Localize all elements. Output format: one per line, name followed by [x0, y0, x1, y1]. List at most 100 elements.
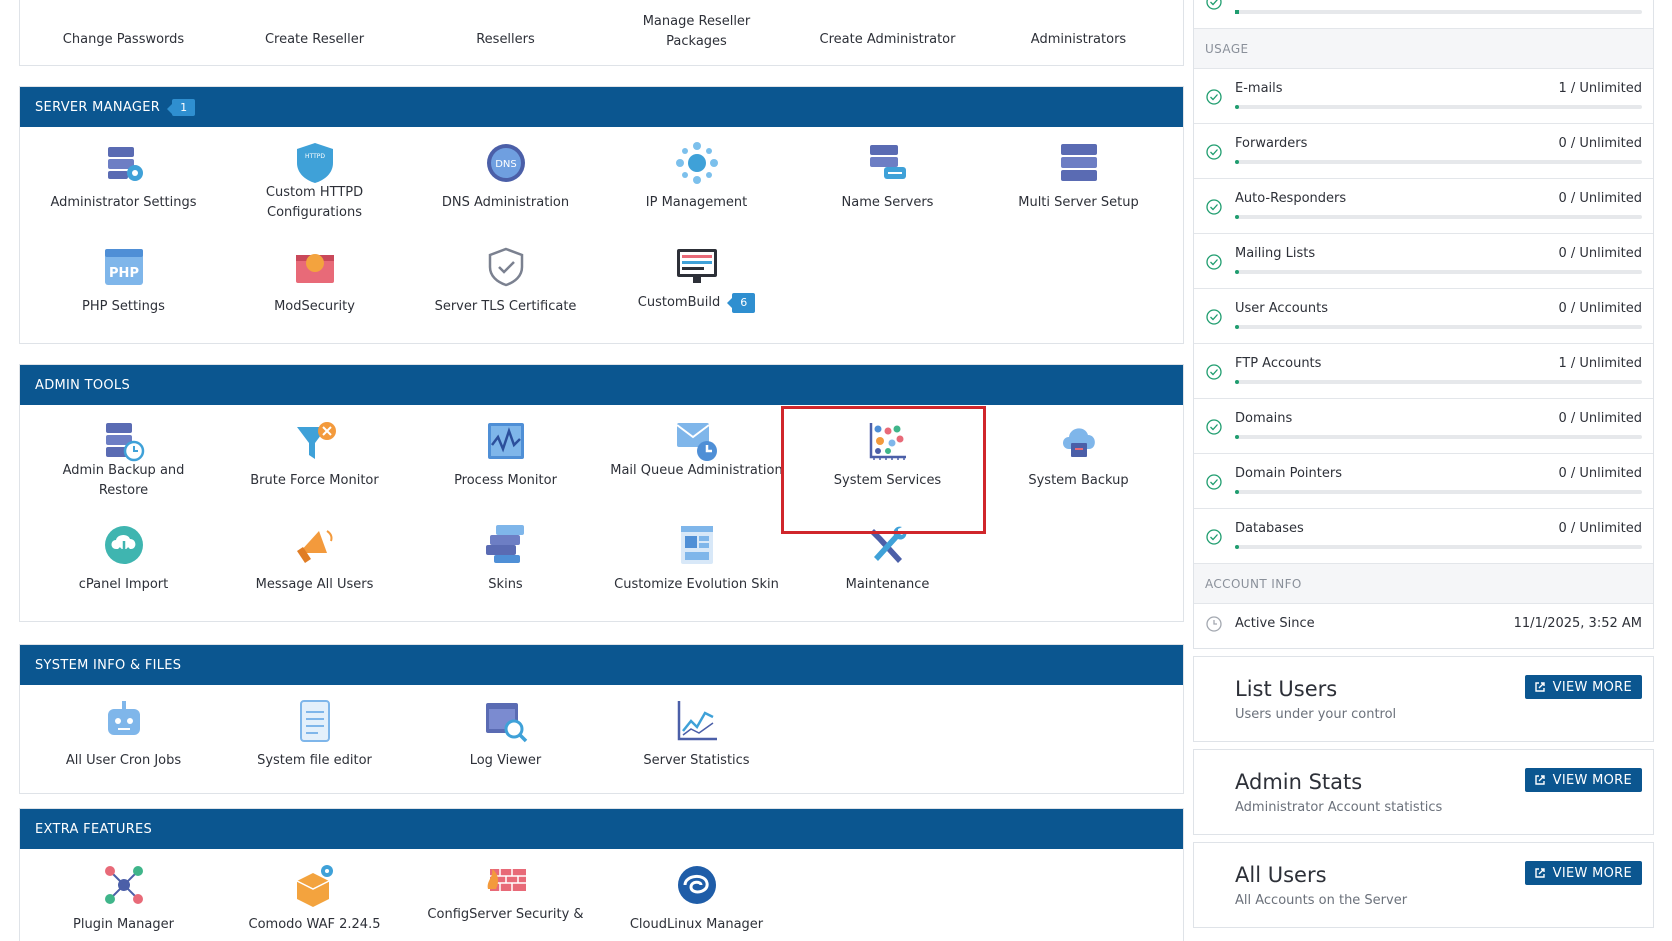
- admin-settings-icon: [107, 147, 143, 181]
- section-title: ADMIN TOOLS: [35, 377, 131, 393]
- selection-highlight: [781, 406, 986, 534]
- tile-label: CustomBuild 6: [609, 293, 784, 313]
- tile-system-backup[interactable]: System Backup: [983, 405, 1174, 509]
- document-edit-icon: [299, 700, 330, 742]
- tile-label: PHP Settings: [82, 299, 165, 314]
- svg-text:PHP: PHP: [109, 266, 139, 281]
- section-title: EXTRA FEATURES: [35, 821, 153, 837]
- server-manager-panel: SERVER MANAGER 1 Administrator Settings …: [19, 86, 1184, 344]
- tile-cpanel-import[interactable]: cPanel Import: [28, 509, 219, 613]
- tile-modsecurity[interactable]: ModSecurity: [219, 231, 410, 335]
- robot-cron-icon: [107, 701, 140, 735]
- tile-change-passwords[interactable]: Change Passwords: [28, 0, 219, 64]
- tile-label: Administrator Settings: [50, 195, 197, 210]
- view-more-label: VIEW MORE: [1552, 865, 1632, 881]
- tile-label: Resellers: [476, 32, 535, 47]
- skins-layers-icon: [485, 525, 524, 563]
- tile-label: Change Passwords: [62, 32, 185, 47]
- tile-mail-queue[interactable]: Mail Queue Administration: [601, 405, 792, 509]
- tile-customize-evolution-skin[interactable]: Customize Evolution Skin: [601, 509, 792, 613]
- pulse-monitor-icon: [487, 423, 524, 459]
- view-more-button[interactable]: VIEW MORE: [1524, 768, 1642, 792]
- tile-label: Plugin Manager: [73, 917, 174, 932]
- tile-label: Skins: [488, 577, 523, 592]
- tile-cloudlinux-manager[interactable]: CloudLinux Manager: [601, 849, 792, 941]
- tile-php-settings[interactable]: PHP PHP Settings: [28, 231, 219, 335]
- tile-create-administrator[interactable]: Create Administrator: [792, 0, 983, 64]
- tile-custom-httpd[interactable]: HTTPD Custom HTTPD Configurations: [219, 127, 410, 231]
- mail-clock-icon: [675, 423, 717, 461]
- tile-admin-backup-restore[interactable]: Admin Backup and Restore: [28, 405, 219, 509]
- tile-administrators[interactable]: Administrators: [983, 0, 1174, 64]
- tile-skins[interactable]: Skins: [410, 509, 601, 613]
- layout-customize-icon: [680, 526, 713, 564]
- active-since-label: Active Since: [1235, 616, 1315, 631]
- progress-bar: [1235, 105, 1642, 109]
- admin-tools-header: ADMIN TOOLS: [20, 365, 1183, 405]
- tile-name-servers[interactable]: Name Servers: [792, 127, 983, 231]
- tile-administrator-settings[interactable]: Administrator Settings: [28, 127, 219, 231]
- progress-fill: [1235, 270, 1239, 274]
- usage-row: Auto-Responders 0 / Unlimited: [1194, 179, 1653, 234]
- backup-restore-icon: [105, 423, 144, 462]
- tile-custombuild[interactable]: CustomBuild 6: [601, 231, 792, 335]
- admin-stats-card: Admin Stats Administrator Account statis…: [1193, 749, 1654, 835]
- usage-value: 0 / Unlimited: [1558, 191, 1642, 206]
- tile-label: IP Management: [645, 195, 748, 210]
- tile-label: Administrators: [1030, 32, 1127, 47]
- svg-text:DNS: DNS: [495, 159, 517, 170]
- tile-all-user-cron-jobs[interactable]: All User Cron Jobs: [28, 685, 219, 789]
- tile-label: Comodo WAF 2.24.5: [248, 917, 381, 932]
- tile-label: Mail Queue Administration: [610, 463, 783, 478]
- check-circle-icon: [1206, 529, 1222, 545]
- usage-value: 0 / Unlimited: [1558, 466, 1642, 481]
- usage-value: 0 / Unlimited: [1558, 136, 1642, 151]
- progress-fill: [1235, 380, 1239, 384]
- system-info-panel: SYSTEM INFO & FILES All User Cron Jobs S…: [19, 644, 1184, 794]
- tile-ip-management[interactable]: IP Management: [601, 127, 792, 231]
- progress-fill: [1235, 105, 1239, 109]
- check-circle-icon: [1206, 474, 1222, 490]
- tile-create-reseller[interactable]: Create Reseller: [219, 0, 410, 64]
- view-more-button[interactable]: VIEW MORE: [1524, 675, 1642, 699]
- tile-log-viewer[interactable]: Log Viewer: [410, 685, 601, 789]
- tile-server-tls[interactable]: Server TLS Certificate: [410, 231, 601, 335]
- tile-process-monitor[interactable]: Process Monitor: [410, 405, 601, 509]
- tile-server-statistics[interactable]: Server Statistics: [601, 685, 792, 789]
- tile-label: Maintenance: [845, 577, 930, 592]
- progress-bar: [1235, 545, 1642, 549]
- progress-fill: [1235, 325, 1239, 329]
- account-info-section-title: ACCOUNT INFO: [1194, 564, 1653, 604]
- system-info-header: SYSTEM INFO & FILES: [20, 645, 1183, 685]
- tile-system-file-editor[interactable]: System file editor: [219, 685, 410, 789]
- tile-label: Server TLS Certificate: [434, 299, 577, 314]
- name-servers-icon: [869, 145, 906, 179]
- all-users-card: All Users All Accounts on the Server VIE…: [1193, 842, 1654, 928]
- tile-configserver-security[interactable]: ConfigServer Security &: [410, 849, 601, 941]
- progress-bar: [1235, 270, 1642, 274]
- tile-manage-reseller-packages[interactable]: Manage Reseller Packages: [601, 0, 792, 64]
- section-title: SYSTEM INFO & FILES: [35, 657, 182, 673]
- tile-plugin-manager[interactable]: Plugin Manager: [28, 849, 219, 941]
- progress-bar: [1235, 325, 1642, 329]
- tile-label: DNS Administration: [441, 195, 570, 210]
- view-more-button[interactable]: VIEW MORE: [1524, 861, 1642, 885]
- megaphone-icon: [296, 530, 332, 563]
- dns-globe-icon: DNS: [486, 144, 525, 182]
- tile-brute-force-monitor[interactable]: Brute Force Monitor: [219, 405, 410, 509]
- tile-dns-administration[interactable]: DNS DNS Administration: [410, 127, 601, 231]
- admin-tools-panel: ADMIN TOOLS Admin Backup and Restore Bru…: [19, 364, 1184, 622]
- tile-multi-server-setup[interactable]: Multi Server Setup: [983, 127, 1174, 231]
- tile-comodo-waf[interactable]: Comodo WAF 2.24.5: [219, 849, 410, 941]
- tile-message-all-users[interactable]: Message All Users: [219, 509, 410, 613]
- usage-name: Forwarders: [1235, 136, 1308, 151]
- tile-label: ModSecurity: [274, 299, 355, 314]
- usage-name: Auto-Responders: [1235, 191, 1347, 206]
- tile-label: cPanel Import: [78, 577, 169, 592]
- plugin-network-icon: [104, 866, 143, 904]
- cloud-backup-icon: [1062, 428, 1095, 457]
- tile-label: Brute Force Monitor: [250, 473, 379, 488]
- usage-value: 1 / Unlimited: [1558, 81, 1642, 96]
- extra-features-panel: EXTRA FEATURES Plugin Manager Comodo WAF…: [19, 808, 1184, 941]
- tile-resellers[interactable]: Resellers: [410, 0, 601, 64]
